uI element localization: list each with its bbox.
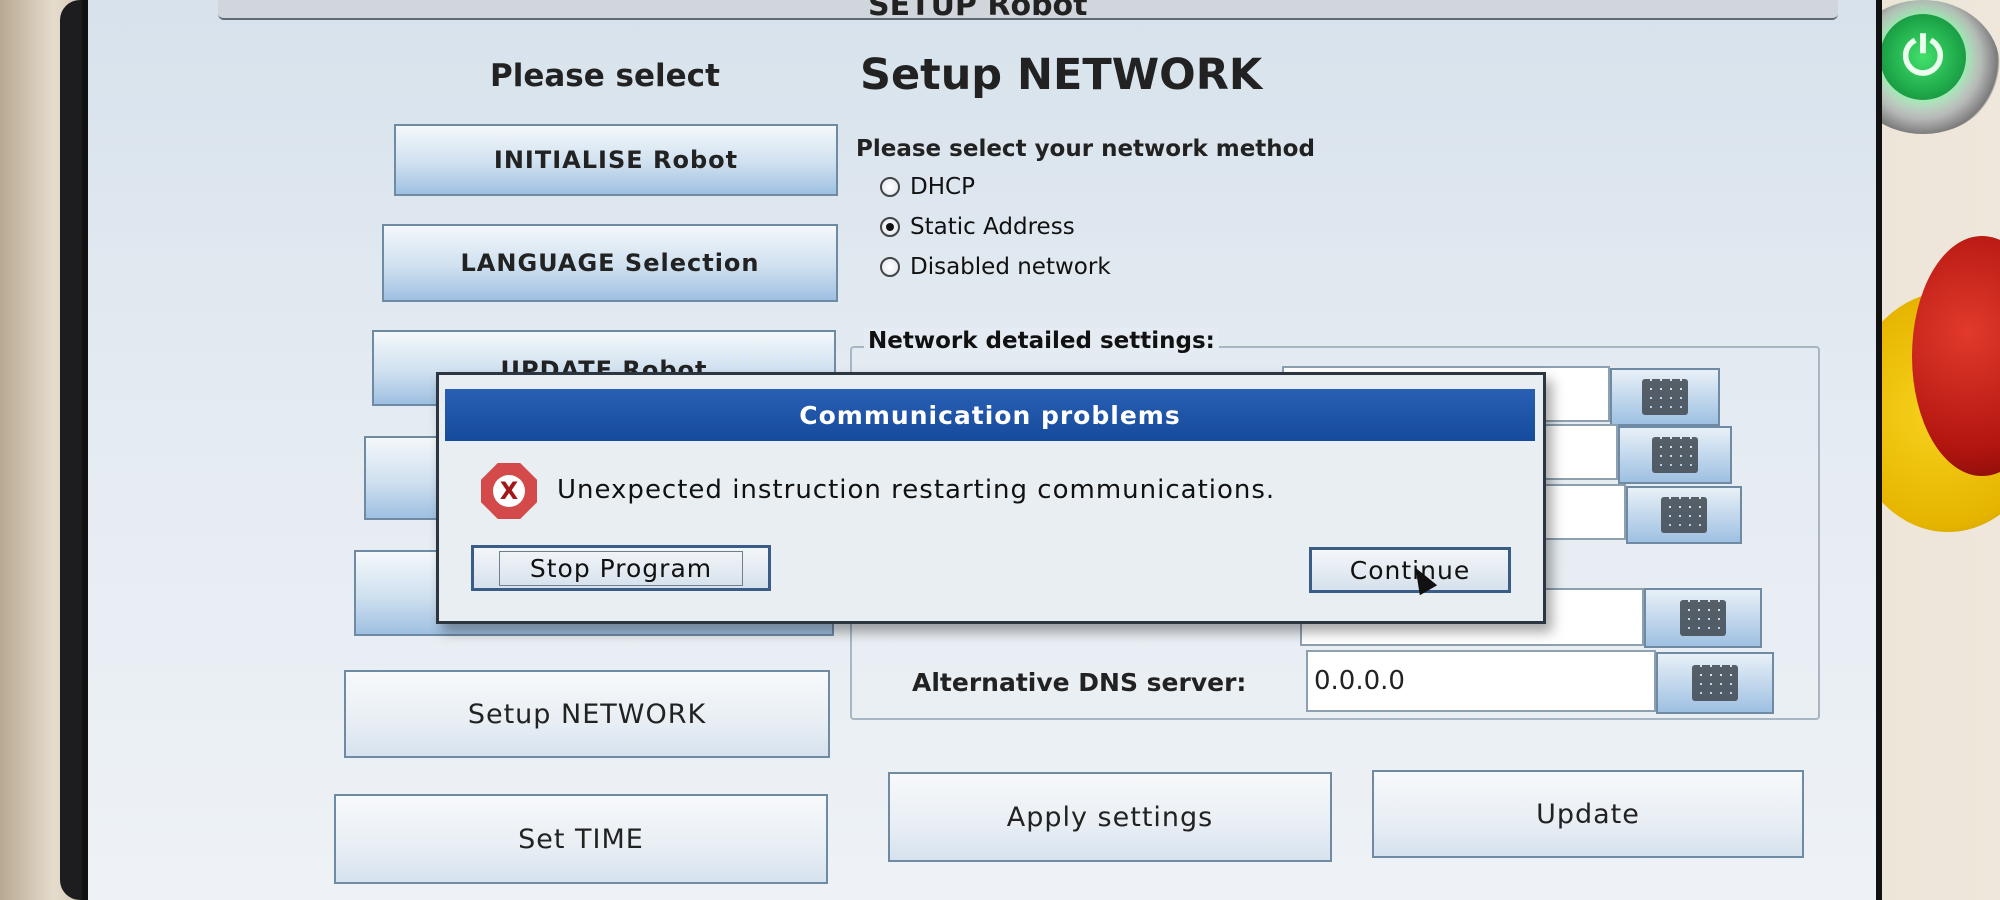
- language-selection-button[interactable]: LANGUAGE Selection: [382, 224, 838, 302]
- setup-network-button[interactable]: Setup NETWORK: [344, 670, 830, 758]
- keyboard-icon: [1642, 379, 1688, 415]
- power-button[interactable]: ⏻: [1880, 14, 1966, 100]
- apply-settings-button[interactable]: Apply settings: [888, 772, 1332, 862]
- radio-label: DHCP: [910, 174, 975, 200]
- radio-static-address[interactable]: Static Address: [880, 214, 1075, 240]
- page-title: Setup NETWORK: [860, 50, 1263, 100]
- update-button[interactable]: Update: [1372, 770, 1804, 858]
- keyboard-button-2[interactable]: [1618, 426, 1732, 484]
- radio-button[interactable]: [880, 257, 900, 277]
- keyboard-button-3[interactable]: [1626, 486, 1742, 544]
- keyboard-icon: [1680, 600, 1726, 636]
- keyboard-button-5[interactable]: [1656, 652, 1774, 714]
- window-titlebar: SETUP Robot: [218, 0, 1838, 23]
- alt-dns-label: Alternative DNS server:: [912, 668, 1247, 697]
- field-value: 0.0.0.0: [1314, 666, 1405, 696]
- radio-disabled-network[interactable]: Disabled network: [880, 254, 1111, 280]
- network-settings-legend: Network detailed settings:: [864, 328, 1219, 354]
- keyboard-button-1[interactable]: [1610, 368, 1720, 426]
- radio-label: Static Address: [910, 214, 1075, 240]
- keyboard-icon: [1661, 497, 1707, 533]
- keyboard-icon: [1692, 665, 1738, 701]
- radio-button-selected[interactable]: [880, 217, 900, 237]
- sidebar-heading: Please select: [490, 58, 720, 94]
- touch-screen: SETUP Robot Please select Setup NETWORK …: [82, 0, 1882, 900]
- alt-dns-field[interactable]: 0.0.0.0: [1306, 650, 1656, 712]
- stop-program-button[interactable]: Stop Program: [471, 545, 771, 591]
- error-dialog: Communication problems X Unexpected inst…: [436, 372, 1546, 624]
- radio-button[interactable]: [880, 177, 900, 197]
- radio-dhcp[interactable]: DHCP: [880, 174, 975, 200]
- radio-label: Disabled network: [910, 254, 1111, 280]
- keyboard-icon: [1652, 437, 1698, 473]
- keyboard-button-4[interactable]: [1644, 588, 1762, 648]
- power-icon: ⏻: [1902, 26, 1944, 87]
- window-title: SETUP Robot: [868, 0, 1088, 23]
- error-icon: X: [481, 463, 537, 519]
- dialog-title: Communication problems: [445, 389, 1535, 441]
- sidebar-button-hidden-1[interactable]: [364, 436, 444, 520]
- network-method-prompt: Please select your network method: [856, 136, 1315, 162]
- stop-program-label: Stop Program: [498, 550, 744, 586]
- set-time-button[interactable]: Set TIME: [334, 794, 828, 884]
- dialog-message: Unexpected instruction restarting commun…: [557, 475, 1276, 505]
- initialise-robot-button[interactable]: INITIALISE Robot: [394, 124, 838, 196]
